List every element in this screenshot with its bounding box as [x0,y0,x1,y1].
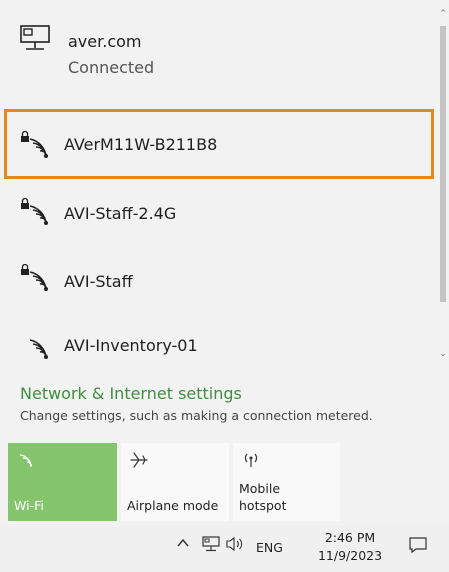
wifi-icon [20,332,52,364]
scroll-thumb[interactable] [440,26,446,302]
ethernet-icon [20,24,50,56]
network-name: AVI-Inventory-01 [64,336,198,355]
clock-date: 11/9/2023 [317,548,383,563]
clock-time: 2:46 PM [324,530,376,545]
hotspot-icon [241,451,261,473]
network-settings-link[interactable]: Network & Internet settings [20,384,242,403]
airplane-icon [129,451,149,473]
wifi-tile-label: Wi-Fi [14,498,44,513]
scroll-up-arrow[interactable]: ⌃ [437,8,449,20]
network-item[interactable]: AVI-Inventory-01 [0,314,436,376]
hotspot-tile-label: Mobile hotspot [239,480,286,514]
wifi-toggle-tile[interactable]: Wi-Fi [8,443,117,521]
wifi-secured-icon [20,263,52,296]
hotspot-label-line2: hotspot [239,498,287,513]
network-status: Connected [68,58,155,77]
notifications-icon[interactable] [408,536,428,557]
network-flyout: aver.com Connected AVerM11W-B211B8 AVI-S… [0,0,449,525]
airplane-mode-tile[interactable]: Airplane mode [121,443,229,521]
taskbar: ENG 2:46 PM 11/9/2023 [0,525,449,572]
mobile-hotspot-tile[interactable]: Mobile hotspot [233,443,340,521]
network-list-scrollbar[interactable]: ⌃ ⌄ [437,8,449,370]
show-hidden-icons-chevron-icon[interactable] [176,537,190,552]
network-item[interactable]: AVI-Staff [0,246,436,312]
hotspot-label-line1: Mobile [239,481,281,496]
network-item[interactable]: AVI-Staff-2.4G [0,180,436,246]
network-name: AVI-Staff-2.4G [64,204,177,223]
language-indicator[interactable]: ENG [256,540,283,555]
wifi-icon [16,451,34,471]
network-name: AVI-Staff [64,272,133,291]
clock[interactable]: 2:46 PM 11/9/2023 [305,529,395,565]
selection-highlight [4,109,434,179]
network-tray-icon[interactable] [202,536,220,555]
network-settings-description: Change settings, such as making a connec… [20,408,373,423]
scroll-down-arrow[interactable]: ⌄ [437,348,449,360]
volume-icon[interactable] [225,536,245,555]
airplane-tile-label: Airplane mode [127,498,219,513]
network-item-connected[interactable]: aver.com Connected [0,18,436,90]
wifi-secured-icon [20,197,52,230]
network-name: aver.com [68,32,142,51]
